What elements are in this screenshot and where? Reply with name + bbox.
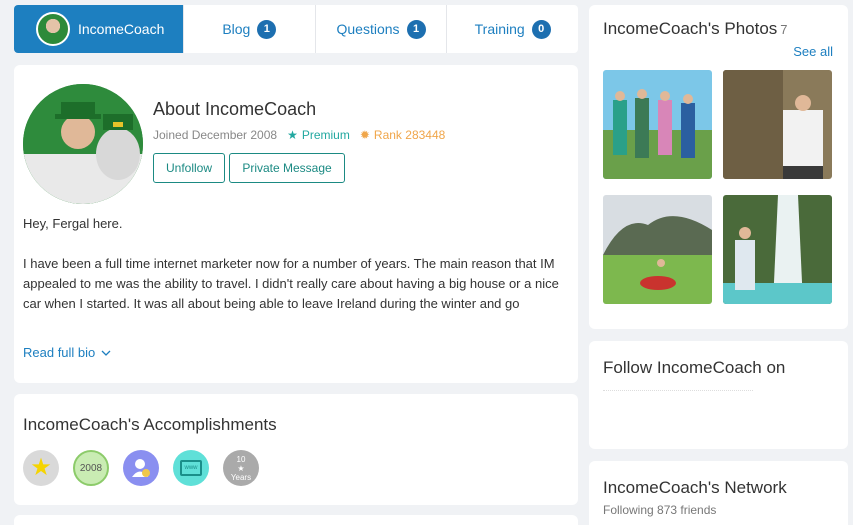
www-badge-icon[interactable]: www	[173, 450, 209, 486]
private-message-button[interactable]: Private Message	[229, 153, 345, 183]
tab-training-label: Training	[474, 21, 525, 37]
premium-label: Premium	[301, 128, 350, 142]
premium-badge: ★ Premium	[287, 128, 350, 142]
years-badge-number: 10	[236, 454, 246, 464]
star-icon: ★	[237, 463, 245, 473]
years-badge-icon[interactable]: 10 ★ Years	[223, 450, 259, 486]
bio-paragraph: I have been a full time internet markete…	[23, 256, 559, 311]
tab-training[interactable]: Training 0	[446, 5, 578, 53]
photos-title: IncomeCoach's Photos 7	[603, 19, 788, 39]
tab-questions[interactable]: Questions 1	[314, 5, 447, 53]
divider	[603, 390, 753, 394]
read-full-bio-label: Read full bio	[23, 345, 96, 360]
photos-count: 7	[780, 22, 788, 37]
profile-tabs: IncomeCoach Blog 1 Questions 1 Training …	[14, 5, 578, 53]
tab-profile[interactable]: IncomeCoach	[14, 5, 183, 53]
tab-blog[interactable]: Blog 1	[183, 5, 315, 53]
about-title: About IncomeCoach	[153, 99, 317, 119]
rank-label: Rank 283448	[373, 128, 446, 142]
star-badge-icon[interactable]: ★	[23, 450, 59, 486]
rank-badge: ✹ Rank 283448	[360, 128, 445, 142]
sun-icon: ✹	[359, 128, 370, 142]
read-full-bio-link[interactable]: Read full bio	[23, 345, 111, 360]
tab-blog-label: Blog	[222, 21, 251, 37]
photo-thumbnail[interactable]	[603, 195, 712, 304]
tab-user-label: IncomeCoach	[78, 21, 165, 37]
photos-title-label: IncomeCoach's Photos	[603, 19, 778, 38]
following-count[interactable]: Following 873 friends	[603, 503, 716, 517]
tab-questions-label: Questions	[336, 21, 400, 37]
bio-paragraph: Hey, Fergal here.	[23, 216, 123, 231]
see-all-link[interactable]: See all	[793, 44, 833, 59]
network-title: IncomeCoach's Network	[603, 478, 787, 497]
years-badge-label: Years	[230, 472, 252, 482]
tab-questions-count: 1	[406, 19, 426, 39]
joined-date: Joined December 2008	[153, 128, 278, 142]
user-badge-icon[interactable]	[123, 450, 159, 486]
www-badge-label: www	[180, 460, 202, 476]
network-card: IncomeCoach's Network Following 873 frie…	[589, 461, 848, 525]
about-card: About IncomeCoach Joined December 2008 ★…	[14, 65, 578, 383]
accomplishments-card: IncomeCoach's Accomplishments ★ 2008 www…	[14, 394, 578, 505]
tab-training-count: 0	[531, 19, 551, 39]
follow-card: Follow IncomeCoach on	[589, 341, 848, 449]
photo-thumbnail[interactable]	[723, 195, 832, 304]
year-badge-icon[interactable]: 2008	[73, 450, 109, 486]
accomplishments-title: IncomeCoach's Accomplishments	[23, 415, 277, 434]
photo-thumbnail[interactable]	[723, 70, 832, 179]
bio-text: Hey, Fergal here. I have been a full tim…	[23, 214, 563, 334]
star-icon: ★	[287, 128, 298, 142]
follow-title: Follow IncomeCoach on	[603, 358, 786, 377]
year-badge-label: 2008	[79, 462, 103, 474]
tab-blog-count: 1	[257, 19, 277, 39]
profile-avatar	[23, 84, 143, 204]
user-avatar-small	[36, 12, 70, 46]
photos-card: IncomeCoach's Photos 7 See all	[589, 5, 848, 329]
profile-meta: Joined December 2008 ★ Premium ✹ Rank 28…	[153, 128, 445, 142]
photo-thumbnail[interactable]	[603, 70, 712, 179]
chevron-down-icon	[101, 345, 111, 360]
next-card	[14, 515, 578, 525]
unfollow-button[interactable]: Unfollow	[153, 153, 225, 183]
